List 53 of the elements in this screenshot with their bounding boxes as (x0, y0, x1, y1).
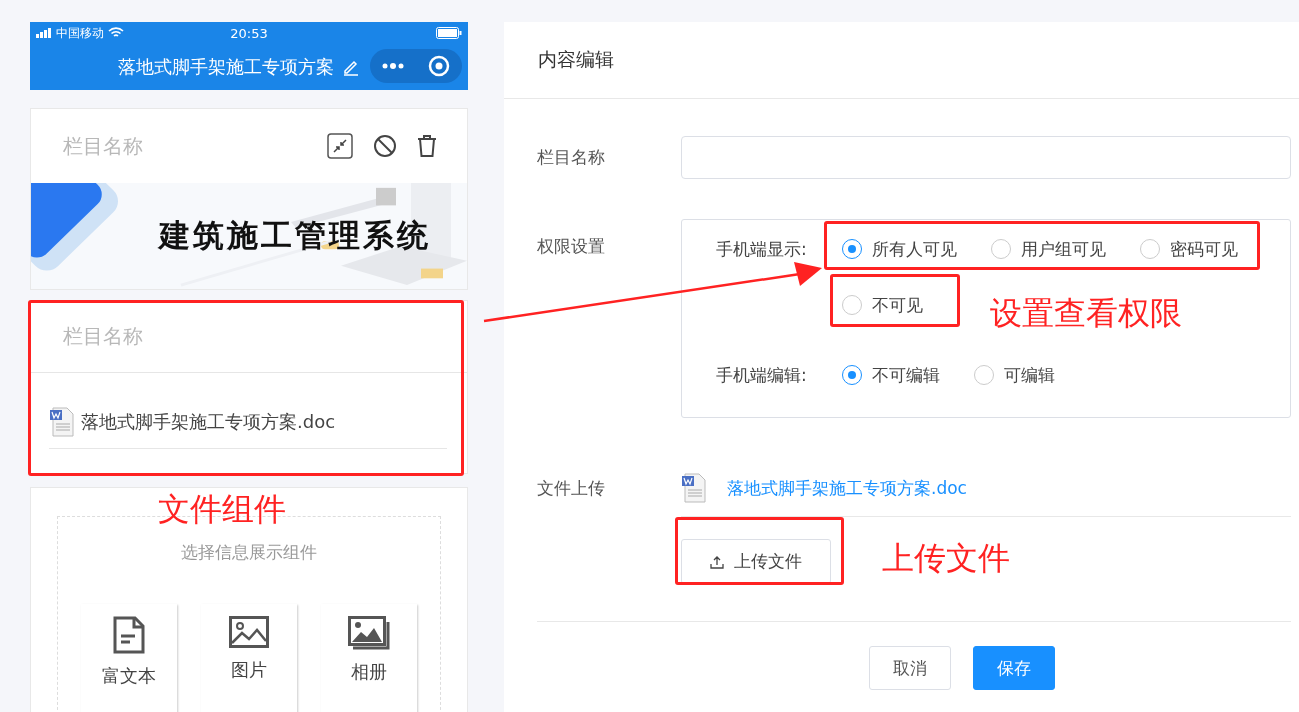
panel-title: 内容编辑 (538, 47, 614, 72)
file-name[interactable]: 落地式脚手架施工专项方案.doc (81, 409, 336, 434)
radio-option[interactable]: 密码可见 (1140, 236, 1238, 262)
name-input[interactable] (681, 136, 1291, 179)
trash-icon[interactable] (417, 135, 437, 157)
annotation-label: 设置查看权限 (990, 293, 1182, 334)
page-title: 落地式脚手架施工专项方案 (118, 55, 334, 79)
setting-label: 手机端显示: (716, 238, 808, 261)
column-title: 栏目名称 (63, 132, 144, 160)
signal-icon (36, 28, 52, 38)
field-label: 文件上传 (537, 477, 606, 500)
gallery-icon (348, 616, 390, 650)
annotation-label: 文件组件 (158, 489, 286, 530)
picker-hint: 选择信息展示组件 (181, 541, 317, 564)
radio-option[interactable]: 不可见 (842, 292, 923, 318)
close-target-icon[interactable] (428, 55, 450, 77)
word-file-icon (681, 473, 707, 503)
column-title: 栏目名称 (63, 323, 144, 350)
setting-label: 手机端编辑: (716, 364, 808, 387)
banner-title: 建筑施工管理系统 (159, 216, 431, 255)
annotation-label: 上传文件 (882, 538, 1010, 579)
more-icon[interactable] (382, 63, 404, 69)
option-label: 相册 (351, 660, 387, 684)
radio-label: 不可见 (872, 293, 923, 317)
field-label: 栏目名称 (537, 146, 606, 169)
field-label: 权限设置 (537, 235, 606, 258)
option-label: 富文本 (102, 664, 156, 688)
radio-option[interactable]: 用户组可见 (991, 236, 1106, 262)
image-icon (229, 616, 269, 648)
upload-icon (710, 554, 724, 569)
radio-option[interactable]: 不可编辑 (842, 362, 940, 388)
wifi-icon (108, 27, 124, 39)
radio-label: 用户组可见 (1021, 237, 1106, 261)
cancel-button[interactable]: 取消 (869, 646, 951, 690)
option-label: 图片 (231, 658, 267, 682)
radio-label: 不可编辑 (872, 363, 940, 387)
radio-label: 所有人可见 (872, 237, 957, 261)
component-option[interactable]: 图片 (201, 604, 297, 712)
radio-option[interactable]: 所有人可见 (842, 236, 957, 262)
radio-option[interactable]: 可编辑 (974, 362, 1055, 388)
radio-label: 密码可见 (1170, 237, 1238, 261)
component-option[interactable]: 相册 (321, 604, 417, 712)
carrier-name: 中国移动 (56, 24, 104, 42)
component-option[interactable]: 富文本 (81, 604, 177, 712)
upload-button[interactable]: 上传文件 (681, 539, 831, 584)
word-file-icon (49, 406, 75, 437)
collapse-icon[interactable] (327, 133, 353, 159)
pencil-icon[interactable] (342, 58, 360, 76)
disable-icon[interactable] (373, 134, 397, 158)
radio-label: 可编辑 (1004, 363, 1055, 387)
status-time: 20:53 (230, 25, 268, 41)
battery-icon (436, 27, 462, 39)
document-icon (113, 616, 145, 654)
